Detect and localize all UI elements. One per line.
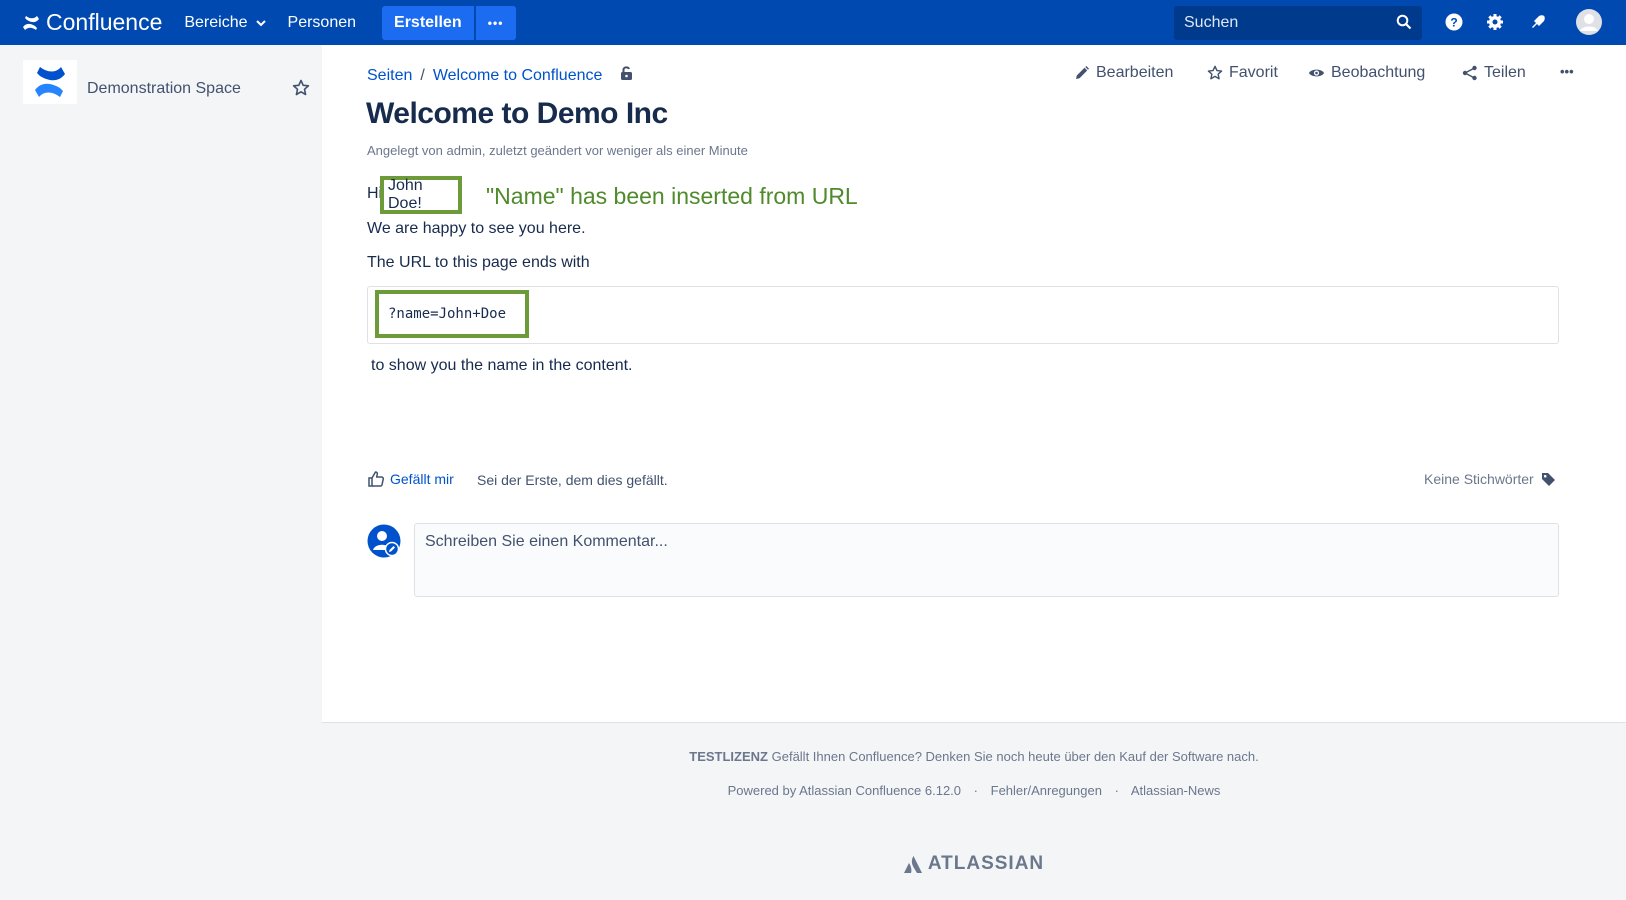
favorite-button[interactable]: Favorit	[1207, 64, 1278, 82]
atlassian-logo-icon	[903, 856, 922, 873]
space-name[interactable]: Demonstration Space	[87, 80, 241, 98]
search-icon	[1396, 14, 1412, 30]
edit-label: Bearbeiten	[1096, 64, 1174, 81]
paragraph-show-name: to show you the name in the content.	[371, 357, 633, 374]
labels-area[interactable]: Keine Stichwörter	[1424, 471, 1556, 487]
help-icon[interactable]: ?	[1442, 10, 1466, 34]
like-label: Gefällt mir	[390, 471, 454, 487]
create-button-label: Erstellen	[394, 13, 462, 31]
confluence-space-icon	[35, 67, 65, 97]
paragraph-url: The URL to this page ends with	[367, 254, 590, 271]
nav-personen-label: Personen	[287, 13, 357, 31]
feedback-link[interactable]: Fehler/Anregungen	[991, 783, 1102, 798]
footer-dot: ·	[1114, 783, 1119, 798]
main-content: Seiten / Welcome to Confluence Bearbeite…	[322, 45, 1626, 722]
inserted-name: John Doe!	[388, 177, 423, 212]
svg-text:?: ?	[1450, 16, 1457, 30]
sidebar: Demonstration Space	[0, 45, 322, 900]
annotation-text: "Name" has been inserted from URL	[486, 183, 858, 209]
watch-label: Beobachtung	[1331, 64, 1426, 81]
notification-icon[interactable]	[1526, 10, 1550, 34]
labels-text: Keine Stichwörter	[1424, 471, 1534, 487]
tag-icon	[1541, 472, 1555, 486]
footer-dot: ·	[973, 783, 978, 798]
footer-license: TESTLIZENZ Gefällt Ihnen Confluence? Den…	[322, 749, 1626, 764]
share-button[interactable]: Teilen	[1462, 64, 1526, 82]
share-icon	[1462, 65, 1477, 81]
footer-links: Powered by Atlassian Confluence 6.12.0 ·…	[322, 783, 1626, 798]
watch-button[interactable]: Beobachtung	[1308, 64, 1425, 82]
search-placeholder: Suchen	[1184, 14, 1239, 31]
more-label: •••	[487, 15, 504, 30]
nav-bereiche[interactable]: Bereiche	[184, 13, 266, 32]
nav-personen[interactable]: Personen	[288, 14, 357, 32]
top-navigation-bar: Confluence Bereiche Personen Erstellen •…	[0, 0, 1626, 45]
star-icon[interactable]	[292, 79, 310, 102]
create-button[interactable]: Erstellen	[382, 5, 474, 40]
eye-icon	[1309, 69, 1324, 77]
user-avatar-edit-icon	[367, 524, 401, 558]
footer-divider	[322, 722, 1626, 723]
like-status-text: Sei der Erste, dem dies gefällt.	[477, 472, 668, 488]
share-label: Teilen	[1484, 64, 1526, 81]
chevron-down-icon	[255, 19, 266, 26]
code-block	[367, 286, 1559, 344]
powered-by-link[interactable]: Powered by Atlassian Confluence 6.12.0	[728, 783, 961, 798]
brand-label: Confluence	[46, 9, 163, 35]
edit-button[interactable]: Bearbeiten	[1074, 64, 1173, 82]
url-parameter-code: ?name=John+Doe	[388, 306, 507, 322]
confluence-logo-icon	[23, 15, 39, 30]
atlassian-wordmark: ATLASSIAN	[927, 853, 1045, 874]
paragraph-welcome: We are happy to see you here.	[367, 220, 586, 237]
nav-bereiche-label: Bereiche	[184, 13, 248, 31]
page-actions: Bearbeiten Favorit Beobachtung Teilen ••…	[322, 64, 1626, 88]
like-button[interactable]: Gefällt mir	[367, 470, 454, 488]
gear-icon[interactable]	[1483, 10, 1507, 34]
comment-placeholder: Schreiben Sie einen Kommentar...	[425, 533, 668, 550]
more-actions-label: •••	[1560, 64, 1574, 79]
page-title: Welcome to Demo Inc	[366, 97, 668, 130]
name-highlight-box: John Doe!	[380, 176, 462, 214]
code-highlight-box: ?name=John+Doe	[375, 290, 529, 338]
search-input[interactable]: Suchen	[1174, 6, 1422, 40]
confluence-logo[interactable]: Confluence	[22, 9, 162, 36]
news-link[interactable]: Atlassian-News	[1131, 783, 1221, 798]
atlassian-logo[interactable]: ATLASSIAN	[322, 853, 1626, 875]
thumbs-up-icon	[368, 471, 385, 487]
favorite-label: Favorit	[1229, 64, 1278, 81]
create-more-button[interactable]: •••	[475, 5, 516, 40]
license-text: Gefällt Ihnen Confluence? Denken Sie noc…	[771, 749, 1259, 764]
pencil-icon	[1076, 66, 1089, 79]
more-actions-button[interactable]: •••	[1560, 64, 1574, 79]
comment-input[interactable]: Schreiben Sie einen Kommentar...	[414, 523, 1559, 597]
space-logo[interactable]	[23, 60, 77, 104]
star-outline-icon	[1207, 65, 1223, 80]
user-avatar-icon[interactable]	[1575, 8, 1603, 36]
user-avatar	[367, 524, 401, 558]
page-byline: Angelegt von admin, zuletzt geändert vor…	[367, 143, 748, 158]
license-label: TESTLIZENZ	[689, 749, 768, 764]
